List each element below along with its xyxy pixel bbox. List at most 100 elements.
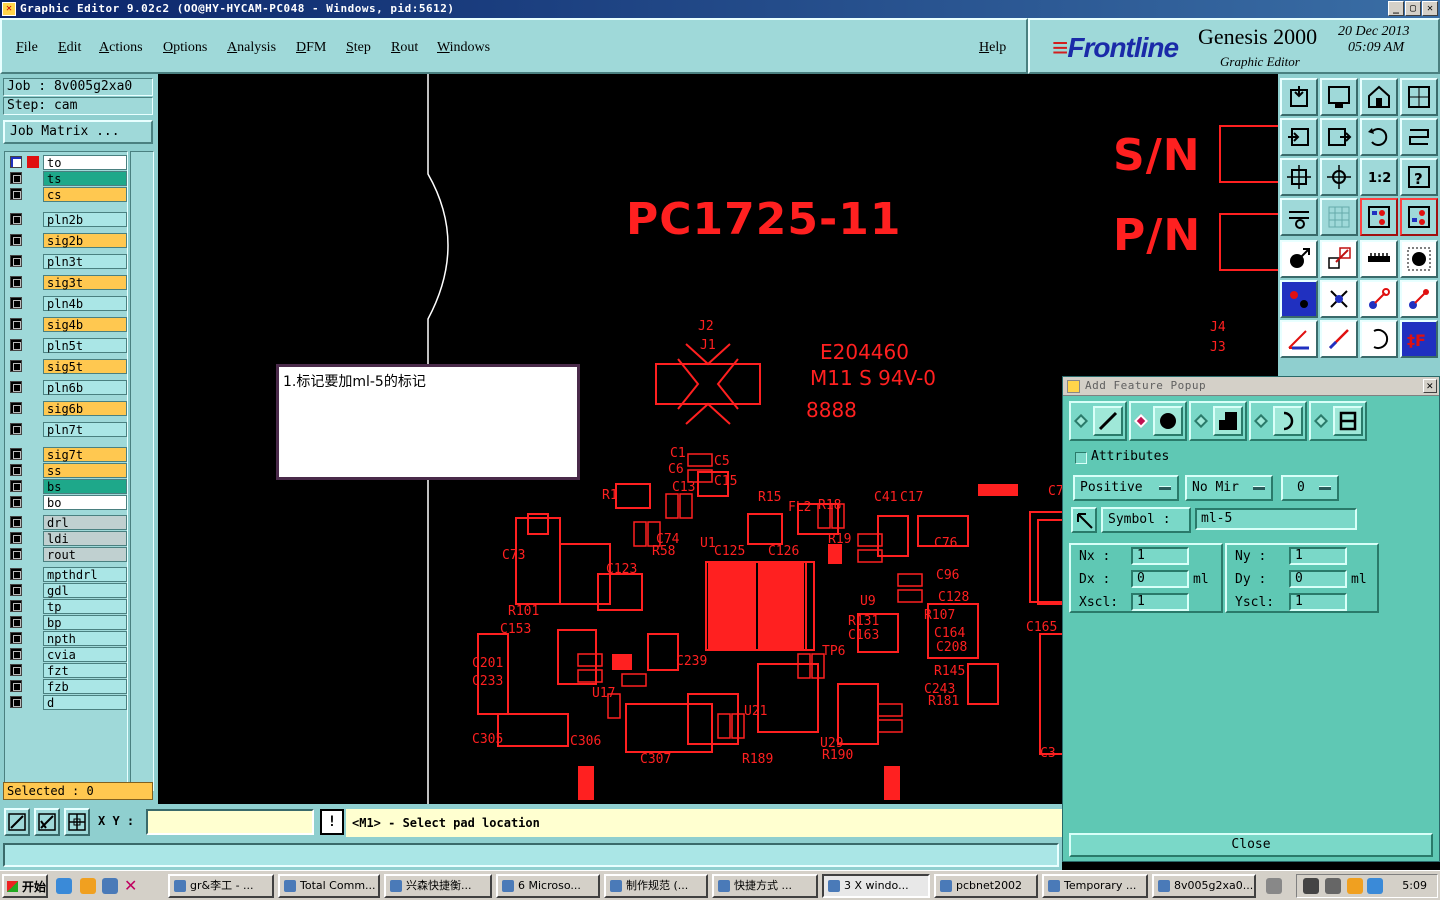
layer-name[interactable]: fzt [43,663,127,678]
connect-icon[interactable] [1360,280,1398,318]
menu-step[interactable]: Step [346,40,371,56]
layer-row-to[interactable]: to [7,155,127,170]
layer-name[interactable]: sig4b [43,317,127,332]
layer-checkbox[interactable] [10,480,22,492]
app-icon[interactable]: ✕ [2,2,16,16]
layer-row-cvia[interactable]: cvia [7,647,127,662]
tools-icon[interactable] [1280,198,1318,236]
layer-checkbox[interactable] [10,680,22,692]
layer-checkbox[interactable] [10,648,22,660]
layer-checkbox[interactable] [10,600,22,612]
layer-filter-icon[interactable] [1400,198,1438,236]
layer-checkbox[interactable] [10,213,22,225]
text-icon[interactable]: ‡F [1400,320,1438,358]
layer-checkbox[interactable] [10,423,22,435]
line-feature-icon[interactable] [1093,406,1123,436]
redo-icon[interactable] [1400,118,1438,156]
layer-name[interactable]: d [43,695,127,710]
task-button[interactable]: Temporary ... [1042,874,1148,898]
task-button[interactable]: 6 Microso... [496,874,600,898]
task-button[interactable]: Total Comm... [278,874,380,898]
layer-row-tp[interactable]: tp [7,599,127,614]
title-bar[interactable]: ✕ Graphic Editor 9.02c2 (OO@HY-HYCAM-PC0… [0,0,1440,18]
layer-name[interactable]: sig5t [43,359,127,374]
snap-grid-icon[interactable] [64,808,90,836]
maximize-button[interactable]: ▢ [1405,1,1421,16]
xscl-input[interactable]: 1 [1131,593,1189,611]
arc-feature-icon[interactable] [1273,406,1303,436]
symbol-input[interactable]: ml-5 [1195,508,1357,530]
layer-row-bp[interactable]: bp [7,615,127,630]
layer-checkbox[interactable] [10,381,22,393]
layer-name[interactable]: pln4b [43,296,127,311]
layer-checkbox[interactable] [10,568,22,580]
text-feature-icon[interactable] [1333,406,1363,436]
arc-icon[interactable] [1360,320,1398,358]
net-icon[interactable] [1280,280,1318,318]
layer-row-sig6b[interactable]: sig6b [7,401,127,416]
layer-checkbox[interactable] [10,664,22,676]
menu-dfm[interactable]: DFM [296,40,326,56]
clock-tray-icon[interactable] [1347,878,1363,894]
clock-app-icon[interactable] [80,878,96,894]
quicklaunch-icon[interactable] [102,878,118,894]
snap-icon[interactable] [1320,280,1358,318]
layer-list-scrollbar[interactable] [130,151,154,791]
save-icon[interactable] [1320,78,1358,116]
layer-row-ss[interactable]: ss [7,463,127,478]
copy-icon[interactable] [1320,240,1358,278]
layer-checkbox[interactable] [10,402,22,414]
layer-name[interactable]: cs [43,187,127,202]
layer-row-cs[interactable]: cs [7,187,127,202]
task-button[interactable]: 兴森快捷衡... [384,874,492,898]
layer-name[interactable]: ldi [43,531,127,546]
layer-row-fzt[interactable]: fzt [7,663,127,678]
layer-name[interactable]: sig6b [43,401,127,416]
alert-icon[interactable]: ! [320,809,344,835]
layer-row-mpthdrl[interactable]: mpthdrl [7,567,127,582]
layer-row-pln6b[interactable]: pln6b [7,380,127,395]
layer-row-sig7t[interactable]: sig7t [7,447,127,462]
layer-row-sig5t[interactable]: sig5t [7,359,127,374]
layer-checkbox[interactable] [10,464,22,476]
layer-name[interactable]: pln6b [43,380,127,395]
layer-row-rout[interactable]: rout [7,547,127,562]
feature-surface-option[interactable] [1189,401,1247,441]
layer-name[interactable]: fzb [43,679,127,694]
layer-row-ldi[interactable]: ldi [7,531,127,546]
layer-row-pln2b[interactable]: pln2b [7,212,127,227]
layer-list[interactable]: to ts cs pln2b sig2b pln3t sig3t pln4b sig4b pln5… [4,151,128,791]
menu-rout[interactable]: Rout [391,40,418,56]
layer-name[interactable]: cvia [43,647,127,662]
layer-name[interactable]: npth [43,631,127,646]
layer-name[interactable]: sig3t [43,275,127,290]
pad-icon[interactable] [1400,240,1438,278]
task-button[interactable]: 8v005g2xa0... [1152,874,1256,898]
angle-icon[interactable] [1280,320,1318,358]
layer-row-pln7t[interactable]: pln7t [7,422,127,437]
layer-name[interactable]: ts [43,171,127,186]
layer-checkbox[interactable] [10,172,22,184]
zoom-forward-icon[interactable] [1320,118,1358,156]
layer-name[interactable]: pln3t [43,254,127,269]
route-icon[interactable] [1400,280,1438,318]
menu-actions[interactable]: Actions [99,40,143,56]
open-job-icon[interactable] [1280,78,1318,116]
layer-name[interactable]: to [43,155,127,170]
layer-name[interactable]: pln2b [43,212,127,227]
layer-checkbox[interactable] [10,696,22,708]
layer-row-sig3t[interactable]: sig3t [7,275,127,290]
minimize-button[interactable]: _ [1388,1,1404,16]
layer-select-icon[interactable] [1360,198,1398,236]
undo-icon[interactable] [1360,118,1398,156]
layer-name[interactable]: gdl [43,583,127,598]
layer-checkbox[interactable] [10,297,22,309]
angle-select[interactable]: 0 [1281,475,1339,501]
radio-diamond-icon[interactable] [1073,413,1089,429]
layer-checkbox[interactable] [10,188,22,200]
feature-pad-option[interactable] [1129,401,1187,441]
attributes-checkbox[interactable] [1075,452,1087,464]
layer-row-gdl[interactable]: gdl [7,583,127,598]
layer-name[interactable]: bo [43,495,127,510]
task-button-active[interactable]: 3 X windo... [822,874,930,898]
